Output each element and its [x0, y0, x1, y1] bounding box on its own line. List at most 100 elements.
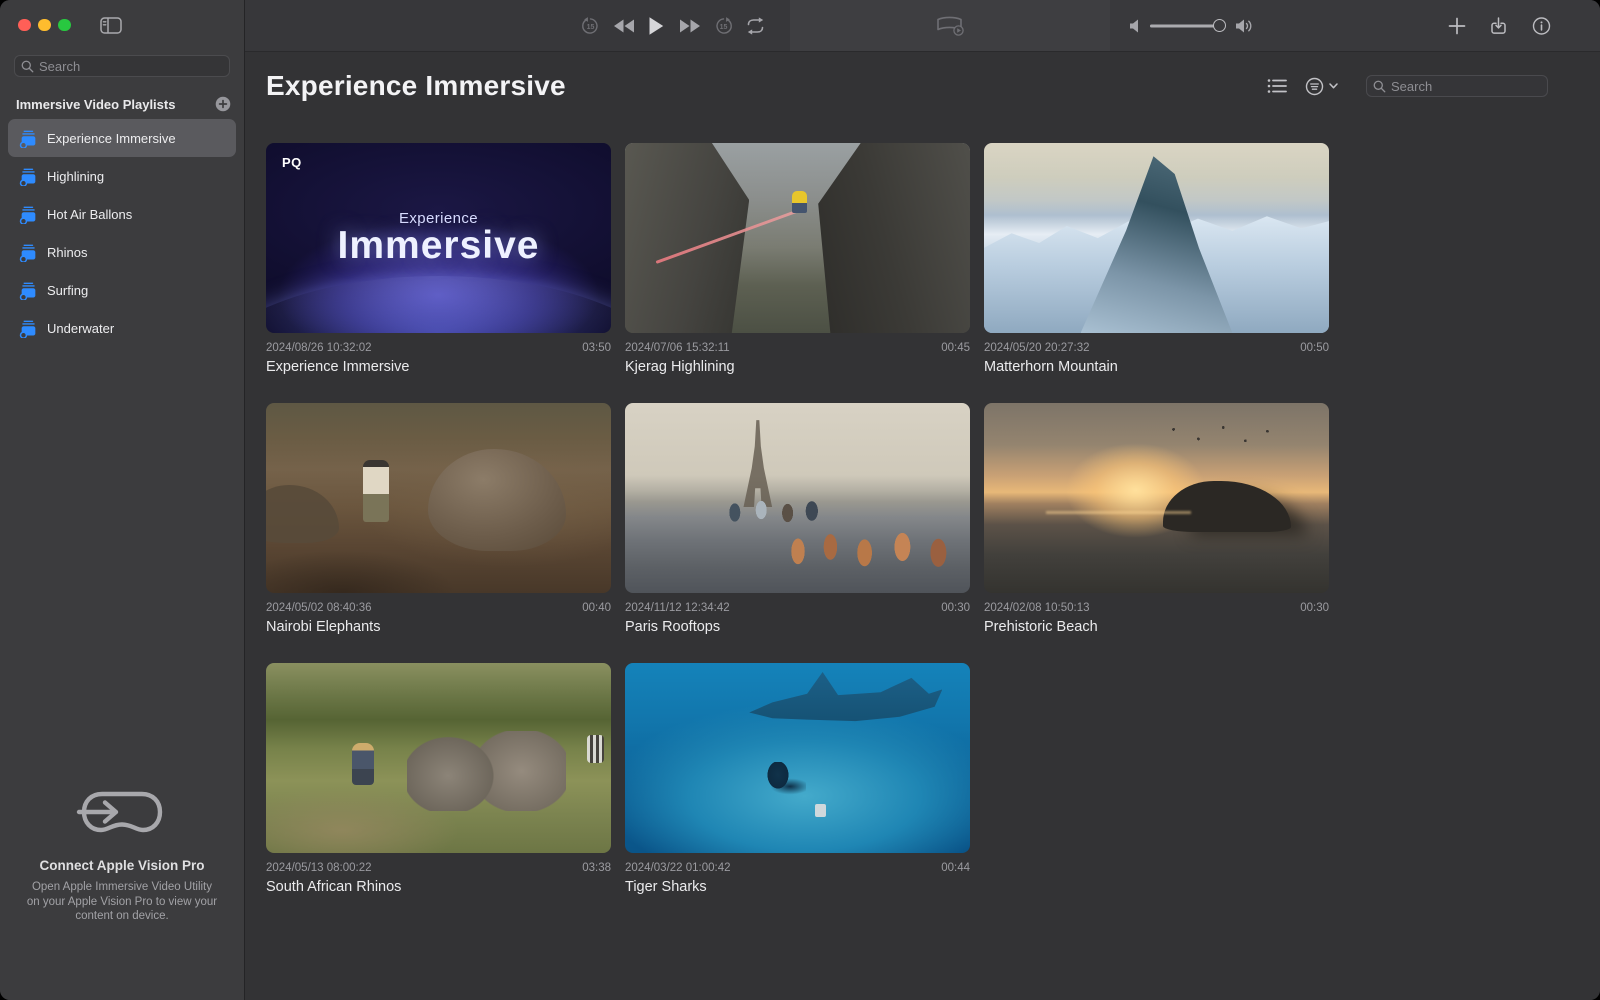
info-button[interactable] [1532, 16, 1551, 35]
fast-forward-button[interactable] [679, 18, 701, 34]
skip-back-15-button[interactable]: 15 [581, 16, 600, 35]
video-thumbnail[interactable] [266, 403, 611, 593]
sidebar-item-playlist[interactable]: Highlining [8, 157, 236, 195]
search-icon [20, 59, 35, 74]
volume-fill [1150, 24, 1219, 27]
play-button[interactable] [648, 16, 664, 35]
app-window: Immersive Video Playlists [0, 0, 1600, 1000]
playlist-icon [19, 281, 38, 300]
video-grid: PQ Experience Immersive 2024/08/26 10:32… [266, 143, 1600, 895]
svg-text:15: 15 [720, 23, 728, 30]
video-card[interactable]: 2024/05/20 20:27:32 00:50 Matterhorn Mou… [984, 143, 1329, 375]
playlists-section-header: Immersive Video Playlists [16, 96, 231, 112]
chevron-down-icon [1329, 83, 1338, 89]
thumb-art-shape [815, 804, 826, 817]
video-meta: 2024/05/20 20:27:32 00:50 [984, 342, 1329, 354]
skip-forward-15-button[interactable]: 15 [714, 16, 733, 35]
playlist-label: Underwater [47, 321, 114, 336]
loop-button[interactable] [745, 17, 766, 35]
video-card[interactable]: 2024/03/22 01:00:42 00:44 Tiger Sharks [625, 663, 970, 895]
video-thumbnail[interactable] [625, 403, 970, 593]
volume-high-icon[interactable] [1235, 18, 1254, 34]
video-thumbnail[interactable] [625, 663, 970, 853]
playlist-icon [19, 205, 38, 224]
video-datetime: 2024/03/22 01:00:42 [625, 862, 731, 874]
close-window-button[interactable] [18, 19, 31, 32]
playlist-label: Rhinos [47, 245, 87, 260]
sidebar-item-playlist[interactable]: Rhinos [8, 233, 236, 271]
connect-description: Open Apple Immersive Video Utility on yo… [24, 880, 220, 924]
video-thumbnail[interactable]: PQ Experience Immersive [266, 143, 611, 333]
thumb-overlay: Experience Immersive [266, 143, 611, 333]
sidebar-item-playlist[interactable]: Hot Air Ballons [8, 195, 236, 233]
video-card[interactable]: 2024/07/06 15:32:11 00:45 Kjerag Highlin… [625, 143, 970, 375]
video-meta: 2024/08/26 10:32:02 03:50 [266, 342, 611, 354]
thumb-art-shape [792, 191, 807, 213]
volume-slider[interactable] [1150, 24, 1224, 27]
playlist-icon [19, 319, 38, 338]
playlist-label: Hot Air Ballons [47, 207, 132, 222]
video-meta: 2024/05/02 08:40:36 00:40 [266, 602, 611, 614]
video-duration: 00:30 [1300, 602, 1329, 614]
video-title: Tiger Sharks [625, 879, 970, 895]
content-search [1366, 75, 1548, 97]
svg-text:15: 15 [587, 23, 595, 30]
video-meta: 2024/07/06 15:32:11 00:45 [625, 342, 970, 354]
volume-low-icon[interactable] [1129, 18, 1141, 33]
rewind-button[interactable] [613, 18, 635, 34]
view-controls [1267, 75, 1548, 97]
video-card[interactable]: 2024/11/12 12:34:42 00:30 Paris Rooftops [625, 403, 970, 635]
video-datetime: 2024/11/12 12:34:42 [625, 602, 730, 614]
video-thumbnail[interactable] [984, 403, 1329, 593]
video-meta: 2024/02/08 10:50:13 00:30 [984, 602, 1329, 614]
video-card[interactable]: 2024/05/13 08:00:22 03:38 South African … [266, 663, 611, 895]
sidebar-item-playlist[interactable]: Experience Immersive [8, 119, 236, 157]
page-title: Experience Immersive [266, 70, 566, 102]
zoom-window-button[interactable] [58, 19, 71, 32]
video-title: Nairobi Elephants [266, 619, 611, 635]
video-datetime: 2024/07/06 15:32:11 [625, 342, 730, 354]
connect-title: Connect Apple Vision Pro [0, 858, 244, 873]
video-title: Paris Rooftops [625, 619, 970, 635]
video-card[interactable]: 2024/05/02 08:40:36 00:40 Nairobi Elepha… [266, 403, 611, 635]
playlist-label: Highlining [47, 169, 104, 184]
content-search-input[interactable] [1366, 75, 1548, 97]
volume-knob[interactable] [1213, 19, 1226, 32]
video-card[interactable]: 2024/02/08 10:50:13 00:30 Prehistoric Be… [984, 403, 1329, 635]
content-header: Experience Immersive [266, 68, 1600, 104]
thumb-overlay [625, 143, 970, 333]
connect-vision-pro-panel: Connect Apple Vision Pro Open Apple Imme… [0, 785, 244, 924]
video-thumbnail[interactable] [266, 663, 611, 853]
video-thumbnail[interactable] [984, 143, 1329, 333]
video-duration: 03:50 [582, 342, 611, 354]
video-meta: 2024/03/22 01:00:42 00:44 [625, 862, 970, 874]
list-view-icon[interactable] [1267, 78, 1287, 94]
video-meta: 2024/11/12 12:34:42 00:30 [625, 602, 970, 614]
import-button[interactable] [1489, 16, 1508, 35]
vision-pro-icon [76, 785, 168, 841]
toolbar: 15 [245, 0, 1600, 52]
thumb-art-shape [656, 209, 799, 263]
video-title: Kjerag Highlining [625, 359, 970, 375]
sidebar-item-playlist[interactable]: Surfing [8, 271, 236, 309]
sidebar-search [14, 55, 230, 77]
toggle-sidebar-icon[interactable] [100, 17, 122, 34]
sidebar-item-playlist[interactable]: Underwater [8, 309, 236, 347]
video-card[interactable]: PQ Experience Immersive 2024/08/26 10:32… [266, 143, 611, 375]
add-button[interactable] [1448, 17, 1466, 35]
video-datetime: 2024/05/20 20:27:32 [984, 342, 1090, 354]
thumb-overlay [266, 663, 611, 853]
playlist-list: Experience Immersive Highlining [0, 119, 244, 347]
thumb-art-shape [1157, 418, 1295, 456]
thumb-art-shape [266, 536, 456, 593]
sidebar-search-input[interactable] [14, 55, 230, 77]
minimize-window-button[interactable] [38, 19, 51, 32]
video-datetime: 2024/08/26 10:32:02 [266, 342, 372, 354]
toolbar-playback-zone [245, 0, 790, 51]
video-thumbnail[interactable] [625, 143, 970, 333]
immersive-screen-button[interactable] [935, 15, 965, 37]
add-playlist-button[interactable] [215, 96, 231, 112]
video-title: South African Rhinos [266, 879, 611, 895]
playlist-icon [19, 129, 38, 148]
sort-filter-button[interactable] [1305, 77, 1338, 96]
